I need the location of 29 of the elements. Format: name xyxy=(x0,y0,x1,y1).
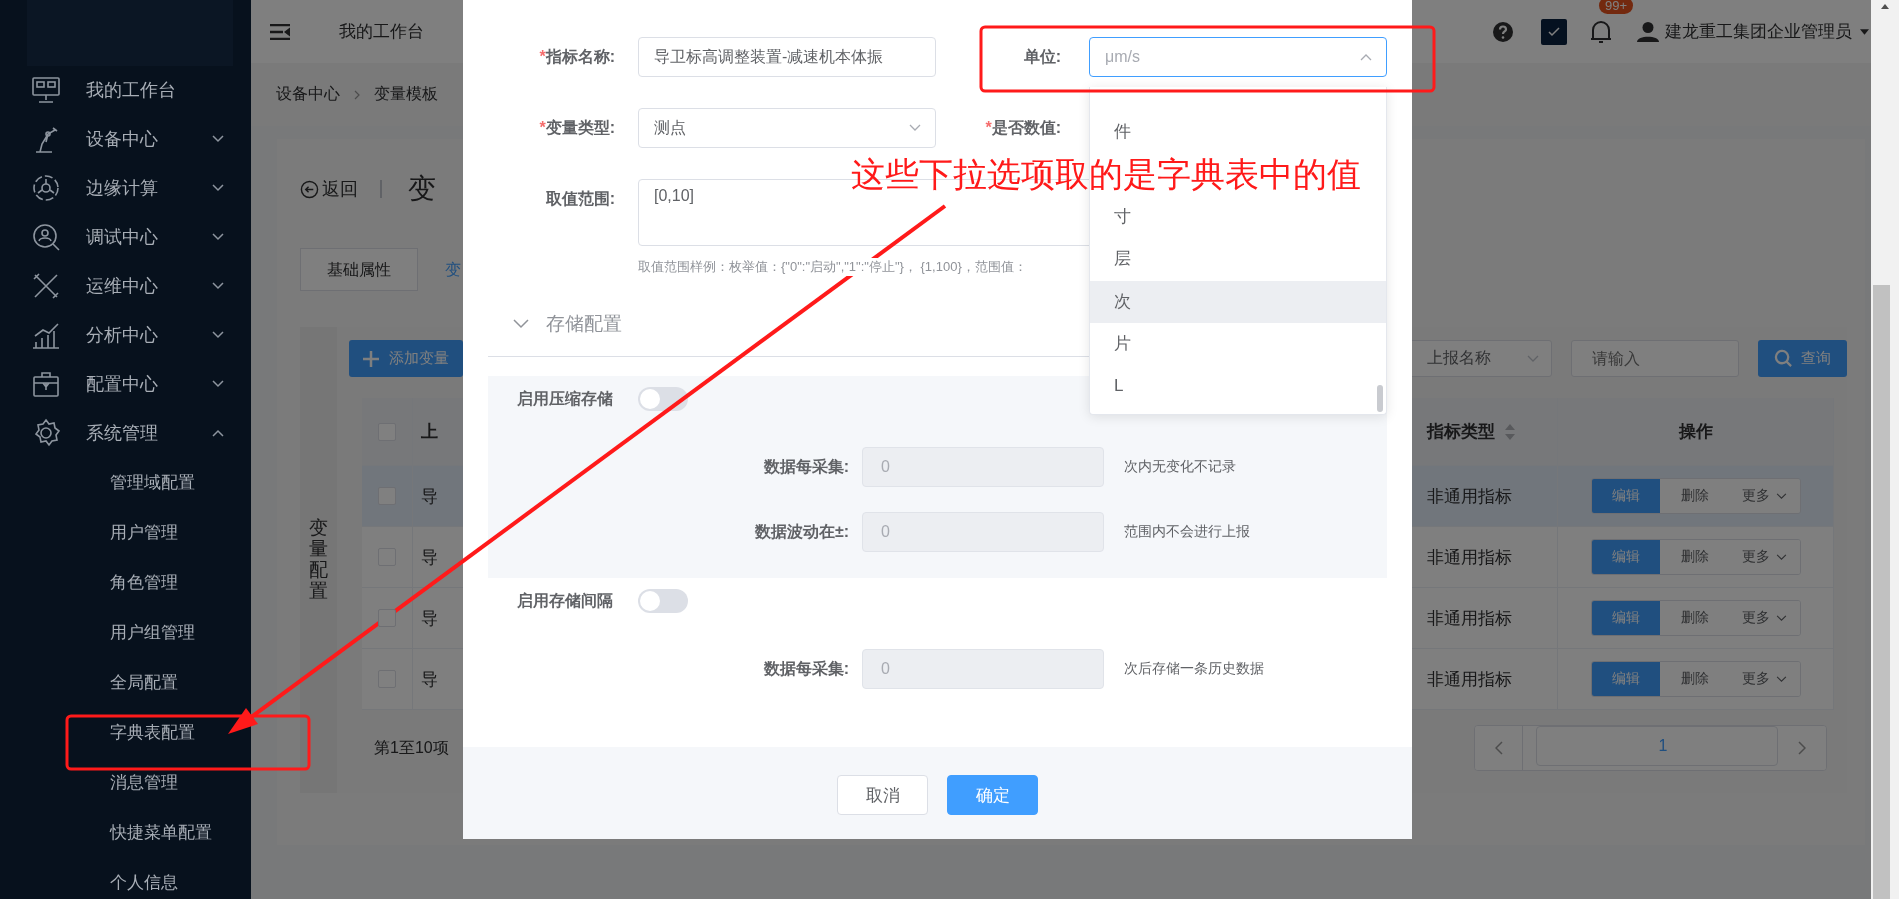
table-cell-text: 导 xyxy=(421,607,438,630)
table-cell-text: 非通用指标 xyxy=(1427,607,1512,630)
table-cell-text: 导 xyxy=(421,668,438,691)
section-title: 存储配置 xyxy=(546,312,622,336)
table-cell-text: 导 xyxy=(421,546,438,569)
table-cell-text: 非通用指标 xyxy=(1427,546,1512,569)
page-heading: 变 xyxy=(408,172,436,206)
page-title: 我的工作台 xyxy=(339,21,424,43)
field-label: *变量类型: xyxy=(538,117,615,138)
switch-label: 启用存储间隔 xyxy=(517,590,613,611)
field-suffix: 范围内不会进行上报 xyxy=(1124,523,1250,541)
pagination-summary: 第1至10项 xyxy=(374,737,449,758)
field-label: *指标名称: xyxy=(538,46,615,67)
notification-badge: 99+ xyxy=(1599,0,1634,14)
field-label: 单位: xyxy=(1022,46,1061,67)
field-label: 取值范围: xyxy=(544,189,615,209)
table-cell-text: 非通用指标 xyxy=(1427,485,1512,508)
switch-label: 启用压缩存储 xyxy=(517,388,613,409)
field-label: 数据每采集: xyxy=(762,658,849,679)
table-cell-text: 非通用指标 xyxy=(1427,668,1512,691)
column-header: 指标类型 xyxy=(1427,421,1495,443)
table-cell-text: 导 xyxy=(421,485,438,508)
field-label: *是否数值: xyxy=(984,117,1061,138)
column-header: 操作 xyxy=(1678,421,1713,443)
field-label: 数据波动在±: xyxy=(753,521,849,542)
field-suffix: 次内无变化不记录 xyxy=(1124,458,1236,476)
field-suffix: 次后存储一条历史数据 xyxy=(1124,660,1264,678)
column-header: 上 xyxy=(421,421,438,443)
field-label: 数据每采集: xyxy=(762,456,849,477)
